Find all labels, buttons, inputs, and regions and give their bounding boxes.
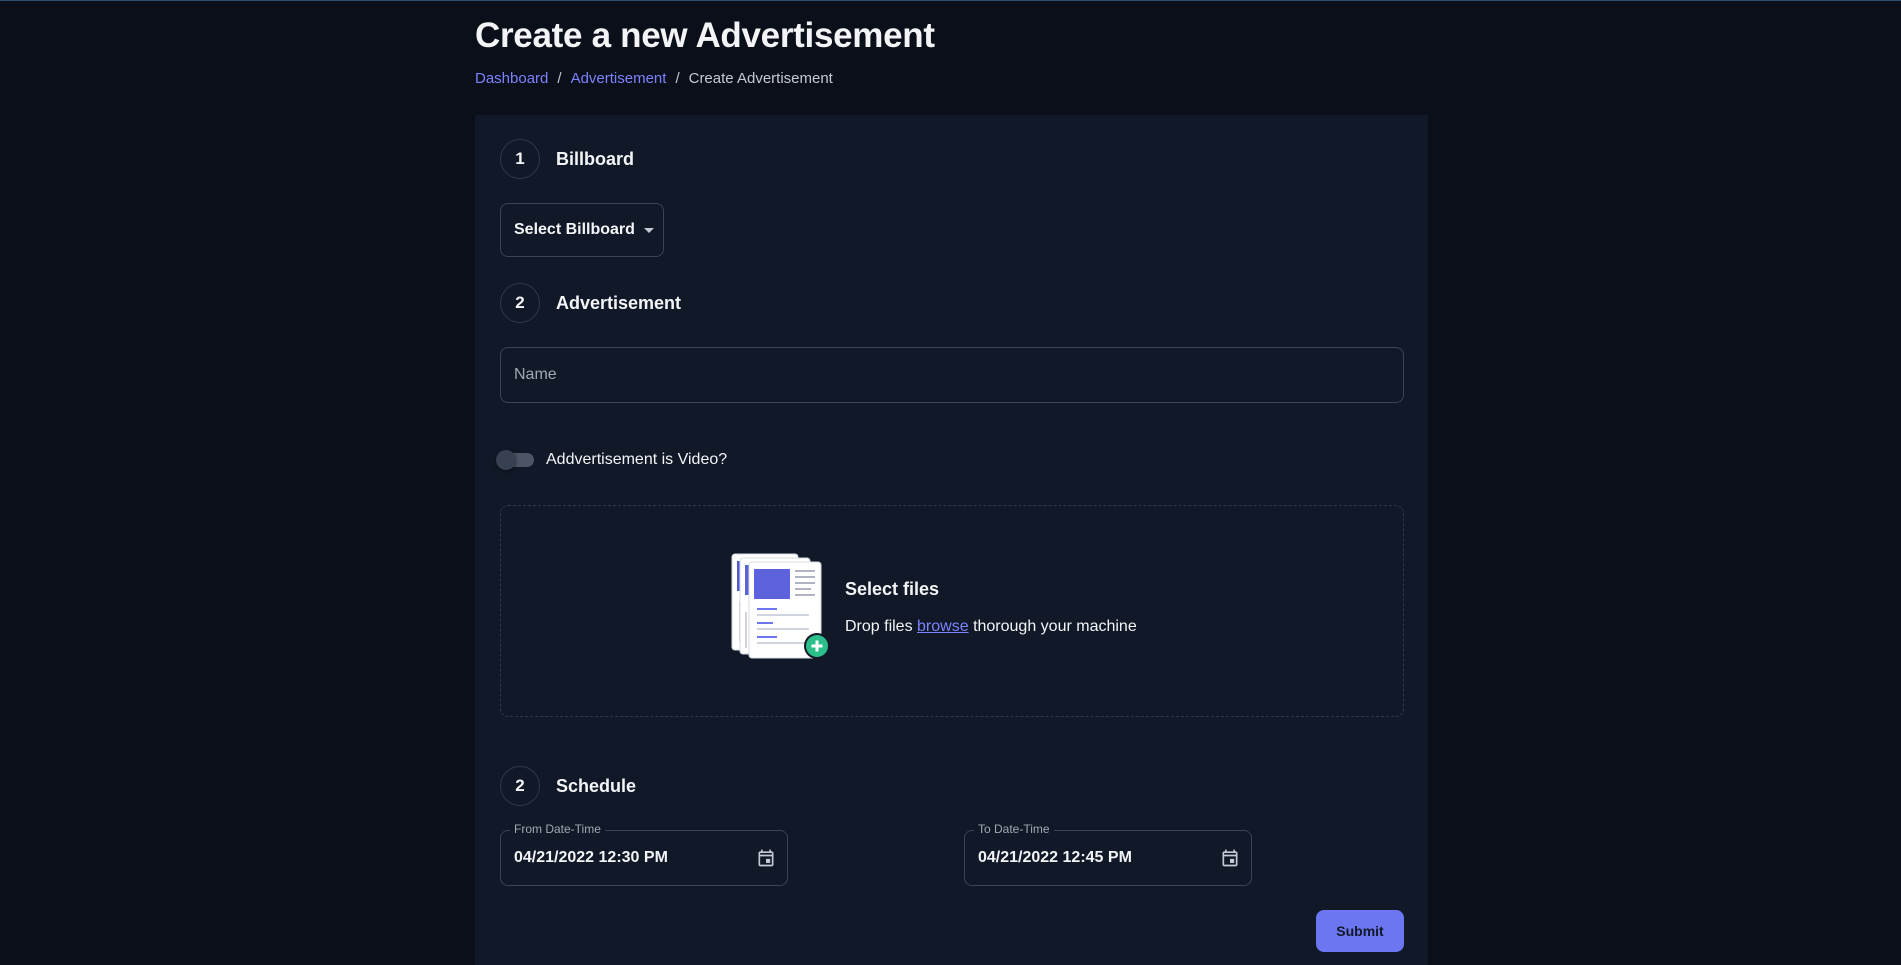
step-billboard: 1 Billboard — [500, 139, 634, 179]
step-number: 1 — [500, 139, 540, 179]
dropzone-desc-after: thorough your machine — [973, 618, 1137, 635]
step-label: Advertisement — [556, 292, 682, 313]
dropzone-description: Drop files browse thorough your machine — [845, 618, 1137, 636]
from-date-time-value: 04/21/2022 12:30 PM — [514, 849, 668, 866]
step-label: Billboard — [556, 148, 635, 169]
caret-down-icon — [643, 227, 654, 233]
dropzone-desc-before: Drop files — [845, 618, 913, 635]
to-date-time-value: 04/21/2022 12:45 PM — [978, 849, 1132, 866]
breadcrumb-separator: / — [675, 70, 680, 87]
breadcrumb: Dashboard / Advertisement / Create Adver… — [475, 70, 833, 87]
select-billboard-label: Select Billboard — [514, 221, 635, 238]
calendar-icon[interactable] — [1220, 848, 1240, 868]
step-number: 2 — [500, 766, 540, 806]
file-dropzone[interactable]: Select files Drop files browse thorough … — [500, 505, 1404, 717]
from-date-time-field[interactable]: From Date-Time 04/21/2022 12:30 PM — [500, 822, 788, 886]
step-schedule: 2 Schedule — [500, 766, 636, 806]
dropzone-title: Select files — [845, 579, 940, 599]
top-border — [0, 0, 1901, 1]
ad-name-input[interactable] — [500, 347, 1404, 403]
submit-button[interactable]: Submit — [1316, 910, 1404, 952]
breadcrumb-separator: / — [557, 70, 562, 87]
create-ad-form-card: 1 Billboard Select Billboard 2 Advertise… — [475, 115, 1428, 965]
from-date-time-label: From Date-Time — [510, 822, 605, 836]
breadcrumb-current: Create Advertisement — [688, 70, 833, 87]
dropzone-text: Select files Drop files browse thorough … — [845, 579, 1137, 636]
video-toggle-label: Addvertisement is Video? — [546, 451, 728, 468]
browse-link[interactable]: browse — [917, 618, 969, 635]
step-advertisement: 2 Advertisement — [500, 283, 681, 323]
step-number: 2 — [500, 283, 540, 323]
breadcrumb-dashboard-link[interactable]: Dashboard — [475, 70, 548, 87]
select-billboard-dropdown[interactable]: Select Billboard — [500, 203, 664, 257]
page-title: Create a new Advertisement — [475, 16, 935, 55]
breadcrumb-advertisement-link[interactable]: Advertisement — [571, 70, 667, 87]
to-date-time-field[interactable]: To Date-Time 04/21/2022 12:45 PM — [964, 822, 1252, 886]
calendar-icon[interactable] — [756, 848, 776, 868]
video-toggle-row: Addvertisement is Video? — [496, 450, 728, 470]
video-toggle[interactable] — [496, 450, 534, 470]
step-label: Schedule — [556, 775, 637, 796]
toggle-knob — [496, 450, 516, 470]
upload-files-illustration — [731, 553, 830, 659]
to-date-time-label: To Date-Time — [974, 822, 1054, 836]
